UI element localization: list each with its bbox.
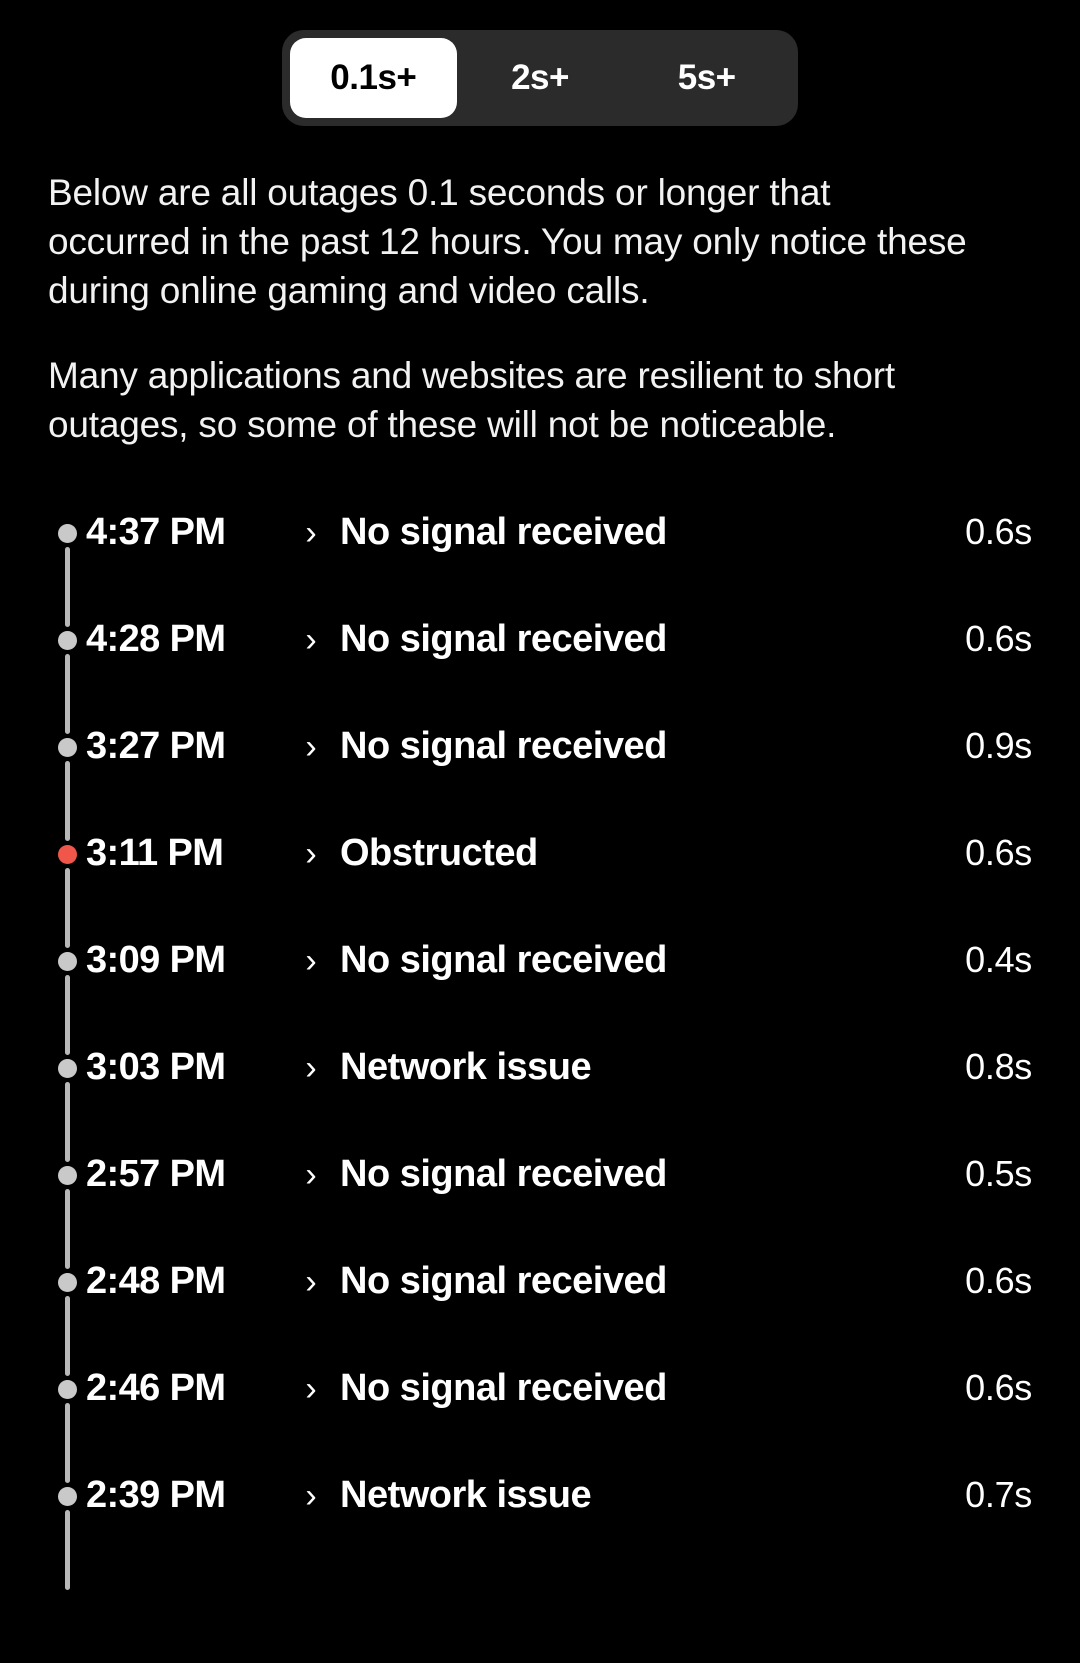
chevron-right-icon: › [305,835,317,874]
outage-row[interactable]: 2:57 PM › No signal received 0.5s [48,1139,1032,1270]
chevron-right-icon: › [305,1049,317,1088]
outage-row-body: 3:27 PM › No signal received 0.9s [86,711,1032,768]
outage-row[interactable]: 2:39 PM › Network issue 0.7s [48,1460,1032,1591]
chevron-right-icon: › [305,514,317,553]
description-block: Below are all outages 0.1 seconds or lon… [0,168,1080,449]
outage-duration: 0.8s [965,1046,1032,1088]
chevron-right-icon: › [305,1156,317,1195]
outage-row-body: 3:03 PM › Network issue 0.8s [86,1032,1032,1089]
description-paragraph-2: Many applications and websites are resil… [48,354,896,445]
outage-reason: No signal received [340,939,667,982]
outage-time: 3:03 PM [86,1046,226,1089]
description-paragraph-1: Below are all outages 0.1 seconds or lon… [48,172,967,312]
filter-option-1[interactable]: 2s+ [457,38,624,118]
outage-duration: 0.7s [965,1474,1032,1516]
outage-row-body: 2:57 PM › No signal received 0.5s [86,1139,1032,1196]
outage-row[interactable]: 4:28 PM › No signal received 0.6s [48,604,1032,735]
outage-duration: 0.6s [965,511,1032,553]
chevron-right-icon: › [305,1263,317,1302]
outage-dot-icon [58,1059,77,1079]
outage-time: 4:37 PM [86,511,226,554]
filter-option-0[interactable]: 0.1s+ [290,38,457,118]
outage-reason: No signal received [340,1367,667,1410]
outage-dot-icon [58,1380,77,1400]
outage-reason: No signal received [340,511,667,554]
timeline-marker [48,925,86,1056]
outage-time: 3:11 PM [86,832,224,875]
outage-duration: 0.9s [965,725,1032,767]
outage-reason: Obstructed [340,832,538,875]
outage-row[interactable]: 2:46 PM › No signal received 0.6s [48,1353,1032,1484]
timeline-marker [48,1139,86,1270]
outage-row[interactable]: 3:27 PM › No signal received 0.9s [48,711,1032,842]
timeline-marker [48,711,86,842]
outage-duration: 0.6s [965,618,1032,660]
outage-dot-alert-icon [58,845,77,865]
outage-row[interactable]: 3:03 PM › Network issue 0.8s [48,1032,1032,1163]
timeline-connector [65,1510,70,1591]
outage-row-body: 3:11 PM › Obstructed 0.6s [86,818,1032,875]
outage-row-body: 2:39 PM › Network issue 0.7s [86,1460,1032,1517]
outage-time: 2:57 PM [86,1153,226,1196]
outage-row-body: 2:46 PM › No signal received 0.6s [86,1353,1032,1410]
outage-reason: No signal received [340,618,667,661]
outage-dot-icon [58,631,77,651]
outage-row[interactable]: 2:48 PM › No signal received 0.6s [48,1246,1032,1377]
outage-reason: No signal received [340,725,667,768]
outage-reason: No signal received [340,1153,667,1196]
filter-option-2[interactable]: 5s+ [623,38,790,118]
outage-row-body: 2:48 PM › No signal received 0.6s [86,1246,1032,1303]
outage-row[interactable]: 3:09 PM › No signal received 0.4s [48,925,1032,1056]
outage-dot-icon [58,524,77,544]
timeline-marker [48,818,86,949]
outage-duration: 0.6s [965,1260,1032,1302]
outage-row-body: 4:28 PM › No signal received 0.6s [86,604,1032,661]
chevron-right-icon: › [305,621,317,660]
outage-time: 2:48 PM [86,1260,226,1303]
outage-dot-icon [58,952,77,972]
outage-row[interactable]: 4:37 PM › No signal received 0.6s [48,497,1032,628]
chevron-right-icon: › [305,1477,317,1516]
outage-dot-icon [58,738,77,758]
chevron-right-icon: › [305,942,317,981]
outage-list: 4:37 PM › No signal received 0.6s 4:28 PM › No… [0,497,1080,1591]
outage-duration: 0.6s [965,1367,1032,1409]
timeline-marker [48,604,86,735]
segmented-control: 0.1s+ 2s+ 5s+ [282,30,798,126]
outage-reason: Network issue [340,1474,592,1517]
outage-time: 3:09 PM [86,939,226,982]
timeline-marker [48,1032,86,1163]
outage-dot-icon [58,1487,77,1507]
outage-reason: Network issue [340,1046,592,1089]
outage-duration: 0.6s [965,832,1032,874]
outage-dot-icon [58,1273,77,1293]
outage-time: 3:27 PM [86,725,226,768]
outage-time: 4:28 PM [86,618,226,661]
timeline-marker [48,1460,86,1591]
outage-duration: 0.4s [965,939,1032,981]
timeline-marker [48,497,86,628]
outage-duration: 0.5s [965,1153,1032,1195]
timeline-marker [48,1246,86,1377]
outage-reason: No signal received [340,1260,667,1303]
chevron-right-icon: › [305,1370,317,1409]
outage-time: 2:46 PM [86,1367,226,1410]
outage-dot-icon [58,1166,77,1186]
outage-row-body: 3:09 PM › No signal received 0.4s [86,925,1032,982]
outage-time: 2:39 PM [86,1474,226,1517]
outage-filter-bar: 0.1s+ 2s+ 5s+ [0,0,1080,126]
timeline-marker [48,1353,86,1484]
outage-row-body: 4:37 PM › No signal received 0.6s [86,497,1032,554]
chevron-right-icon: › [305,728,317,767]
outage-row[interactable]: 3:11 PM › Obstructed 0.6s [48,818,1032,949]
